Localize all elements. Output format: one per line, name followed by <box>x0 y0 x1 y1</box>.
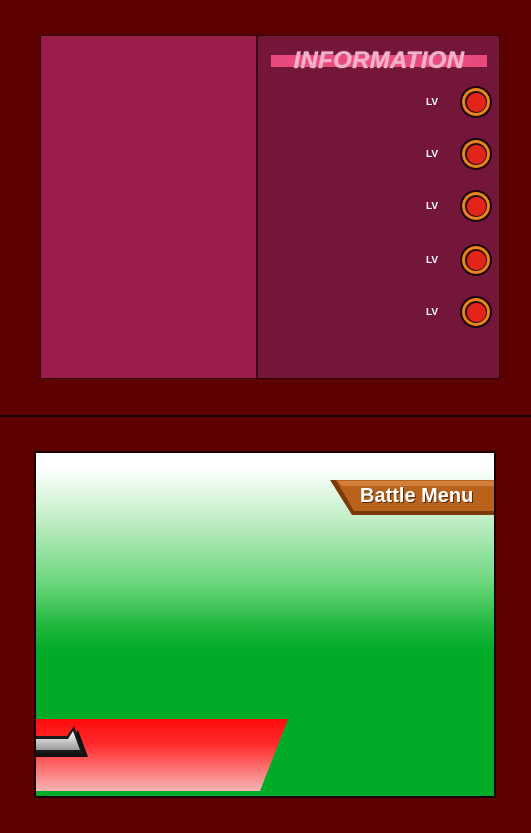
level-label: LV <box>426 97 439 108</box>
detail-pane <box>41 36 256 378</box>
party-slot-1[interactable]: LV <box>258 84 501 120</box>
level-label: LV <box>426 255 439 266</box>
pokeball-icon <box>460 244 492 276</box>
back-button[interactable] <box>36 719 288 793</box>
level-label: LV <box>426 149 439 160</box>
party-slot-3[interactable]: LV <box>258 188 501 224</box>
top-screen: INFORMATION LV LV LV LV LV <box>0 0 531 415</box>
pokeball-icon <box>460 86 492 118</box>
pokeball-icon <box>460 138 492 170</box>
level-label: LV <box>426 201 439 212</box>
information-panel: INFORMATION LV LV LV LV LV <box>40 35 500 379</box>
pokeball-icon <box>460 296 492 328</box>
touch-screen: Battle Menu <box>34 451 496 798</box>
party-slot-4[interactable]: LV <box>258 242 501 278</box>
pokeball-icon <box>460 190 492 222</box>
battle-menu-button[interactable]: Battle Menu <box>330 480 494 515</box>
party-slot-5[interactable]: LV <box>258 294 501 330</box>
back-arrow-icon <box>36 726 88 757</box>
party-slot-2[interactable]: LV <box>258 136 501 172</box>
screen-divider <box>0 415 531 417</box>
level-label: LV <box>426 307 439 318</box>
battle-menu-label: Battle Menu <box>360 485 474 507</box>
party-pane: INFORMATION LV LV LV LV LV <box>256 36 499 378</box>
information-title: INFORMATION <box>293 47 465 74</box>
